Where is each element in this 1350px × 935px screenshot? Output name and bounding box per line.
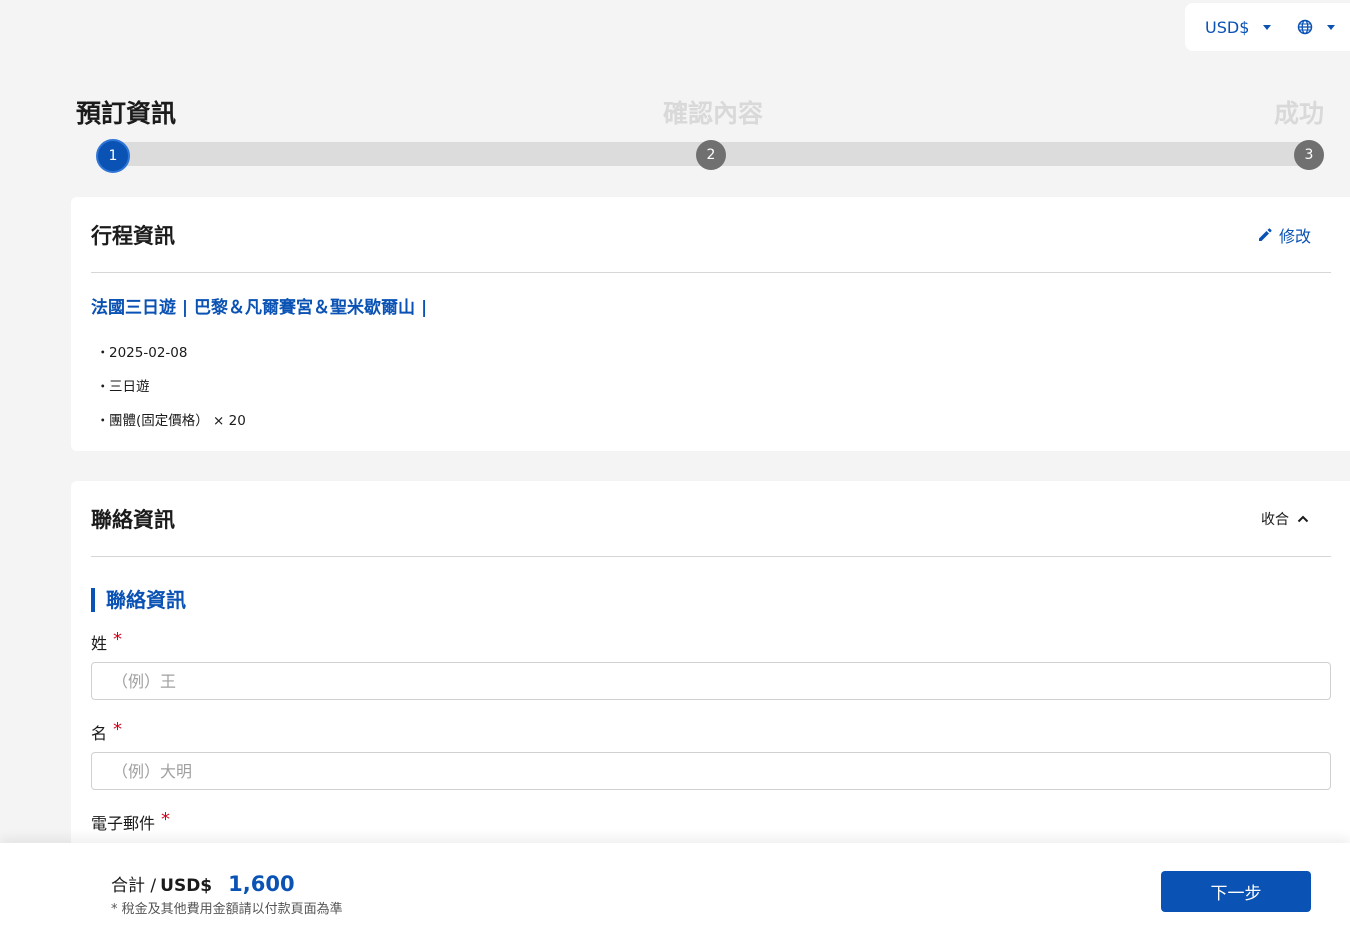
trip-package: ・團體(固定價格） × 20 [96,413,246,429]
step-3-label: 成功 [1273,99,1324,128]
trip-info-title: 行程資訊 [91,223,175,248]
email-label: 電子郵件 * [91,808,1331,834]
first-name-input[interactable] [91,752,1331,790]
contact-section-title: 聯絡資訊 [91,588,1331,612]
step-2-indicator: 2 [696,140,726,170]
trip-info-header: 行程資訊 修改 [91,197,1331,273]
collapse-button[interactable]: 收合 [1261,509,1309,529]
trip-duration: ・三日遊 [96,379,150,395]
trip-package-value: 團體(固定價格） × 20 [109,413,246,429]
required-asterisk: * [113,718,123,740]
language-select[interactable] [1297,19,1336,35]
checkout-footer: 合計 / USD$ 1,600 * 稅金及其他費用金額請以付款頁面為準 下一步 [0,843,1350,935]
trip-date: ・ 2025-02-08 [96,345,188,361]
tax-note: * 稅金及其他費用金額請以付款頁面為準 [111,902,343,917]
trip-date-value: 2025-02-08 [109,345,188,361]
globe-icon [1298,19,1313,35]
trip-details-list: ・ 2025-02-08 ・三日遊 ・團體(固定價格） × 20 [91,336,1331,438]
next-step-button[interactable]: 下一步 [1161,871,1311,912]
chevron-up-icon [1297,515,1309,522]
required-asterisk: * [113,628,123,650]
step-1-label: 預訂資訊 [76,99,177,128]
email-label-text: 電子郵件 [91,814,156,833]
booking-progress: 預訂資訊 確認內容 成功 1 2 3 [76,94,1324,174]
edit-trip-label: 修改 [1278,226,1311,246]
step-2-label: 確認內容 [663,99,764,128]
edit-trip-button[interactable]: 修改 [1257,223,1311,247]
collapse-label: 收合 [1261,511,1289,528]
pencil-icon [1258,227,1272,241]
contact-info-title: 聯絡資訊 [91,507,175,532]
currency-select[interactable]: USD$ [1205,17,1272,37]
step-3-indicator: 3 [1294,140,1324,170]
trip-name-link[interactable]: 法國三日遊 | 巴黎＆凡爾賽宮＆聖米歇爾山 | [91,293,427,318]
first-name-label-text: 名 [91,724,108,743]
top-settings-bar: USD$ [1185,3,1350,51]
last-name-label-text: 姓 [91,634,108,653]
currency-label: USD$ [1205,17,1250,37]
contact-info-card: 聯絡資訊 收合 聯絡資訊 姓 * 名 * 電子郵件 * [71,481,1350,881]
trip-info-card: 行程資訊 修改 法國三日遊 | 巴黎＆凡爾賽宮＆聖米歇爾山 | ・ 2025-02… [71,197,1350,451]
caret-down-icon [1263,24,1272,30]
total-amount: 1,600 [228,872,295,896]
total-currency: USD$ [160,876,213,896]
order-total: 合計 / USD$ 1,600 [111,871,295,896]
first-name-label: 名 * [91,718,1331,744]
caret-down-icon [1327,24,1336,30]
last-name-label: 姓 * [91,628,1331,654]
contact-info-header: 聯絡資訊 收合 [91,481,1331,557]
total-label: 合計 / [111,876,157,896]
required-asterisk: * [161,808,171,830]
last-name-input[interactable] [91,662,1331,700]
step-1-indicator: 1 [96,139,130,173]
trip-duration-value: 三日遊 [109,379,150,395]
